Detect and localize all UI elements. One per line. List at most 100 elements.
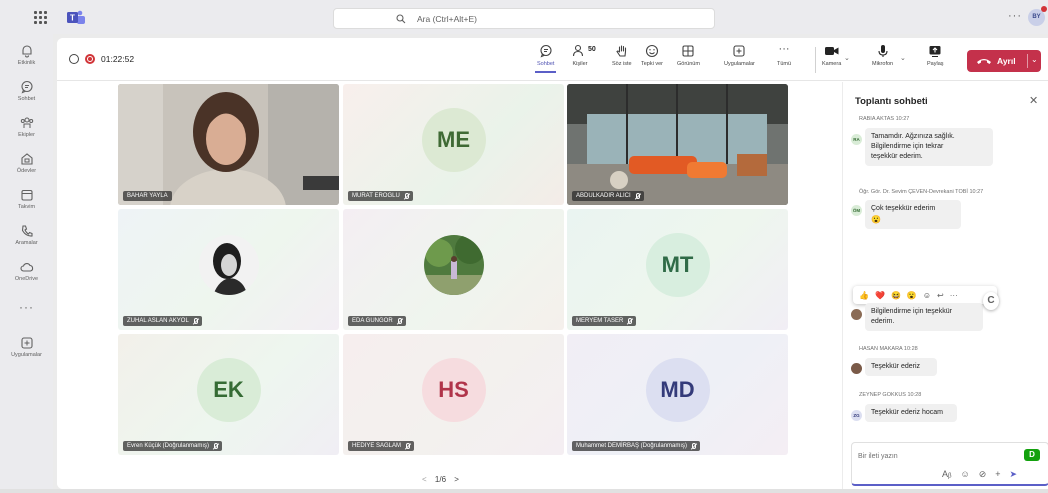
rail-item-calls[interactable]: Aramalar bbox=[0, 224, 53, 246]
people-button[interactable]: 50 Kişiler bbox=[572, 44, 596, 67]
share-label: Paylaş bbox=[927, 61, 944, 67]
camera-options-chevron-icon[interactable]: ⌄ bbox=[844, 54, 850, 62]
meeting-timer: 01:22:52 bbox=[101, 54, 135, 64]
chat-message[interactable]: Teşekkür ederiz hocam bbox=[865, 404, 957, 422]
message-line: Bilgilendirme için teşekkür bbox=[871, 308, 952, 315]
camera-button[interactable]: Kamera bbox=[822, 44, 841, 67]
surprised-icon[interactable]: 😮 bbox=[907, 291, 917, 300]
chat-button-label: Sohbet bbox=[537, 61, 555, 67]
rail-item-chat[interactable]: Sohbet bbox=[0, 80, 53, 102]
participant-name: HEDIYE SAGLAM bbox=[352, 443, 402, 449]
raise-hand-button[interactable]: Söz iste bbox=[612, 44, 632, 67]
chat-message[interactable]: Bilgilendirme için teşekkür ederim. bbox=[865, 303, 983, 331]
more-actions-button[interactable]: ··· Tümü bbox=[777, 44, 791, 68]
participant-tile[interactable]: ZUHAL ASLAN AKYOL bbox=[118, 209, 339, 330]
view-label: Görünüm bbox=[677, 61, 700, 67]
message-line: Çok teşekkür ederim bbox=[871, 205, 936, 212]
left-app-rail: Etkinlik Sohbet Ekipler Ödevler Takvim A… bbox=[0, 34, 53, 489]
participant-name: Evren Küçük (Doğrulanmamış) bbox=[127, 443, 210, 449]
participant-tile[interactable]: HS HEDIYE SAGLAM bbox=[343, 334, 564, 455]
mic-options-chevron-icon[interactable]: ⌄ bbox=[900, 54, 906, 62]
participant-name: Muhammet DEMİRBAŞ (Doğrulanmamış) bbox=[576, 443, 688, 449]
emoji-icon bbox=[645, 44, 659, 58]
participant-tile[interactable]: BAHAR YAYLA bbox=[118, 84, 339, 205]
add-reaction-icon[interactable]: ☺ bbox=[923, 291, 931, 300]
mic-muted-icon bbox=[404, 193, 409, 199]
video-gallery: BAHAR YAYLA ME MURAT EROGLU ABDULKADIR A… bbox=[57, 82, 837, 489]
participant-tile[interactable]: MD Muhammet DEMİRBAŞ (Doğrulanmamış) bbox=[567, 334, 788, 455]
share-button[interactable]: Paylaş bbox=[927, 44, 944, 67]
participant-tile[interactable]: MT MERYEM TASER bbox=[567, 209, 788, 330]
rail-item-activity[interactable]: Etkinlik bbox=[0, 44, 53, 66]
laugh-icon[interactable]: 😆 bbox=[891, 291, 901, 300]
app-launcher-icon[interactable] bbox=[34, 11, 48, 25]
leave-button[interactable]: Ayrıl ⌄ bbox=[967, 50, 1041, 72]
more-options-icon[interactable]: ··· bbox=[1008, 10, 1022, 22]
next-page-chevron-icon[interactable]: > bbox=[454, 475, 459, 484]
meeting-panel: 01:22:52 Sohbet 50 Kişiler Söz iste Tepk… bbox=[57, 38, 1048, 489]
reply-icon[interactable]: ↩ bbox=[937, 291, 944, 300]
participant-name-tag: Muhammet DEMİRBAŞ (Doğrulanmamış) bbox=[572, 441, 701, 451]
search-icon bbox=[396, 14, 406, 24]
loop-icon[interactable]: D bbox=[1024, 449, 1040, 461]
message-meta: Öğr. Gör. Dr. Sevim ÇEVEN-Devrekani TOBİ… bbox=[859, 189, 984, 195]
search-input[interactable]: Ara (Ctrl+Alt+E) bbox=[333, 8, 715, 29]
chat-message[interactable]: Tamamdır. Ağzınıza sağlık. Bilgilendirme… bbox=[865, 128, 993, 166]
react-label: Tepki ver bbox=[641, 61, 664, 67]
meeting-chat-panel: Toplantı sohbeti ✕ RABIA AKTAS 10:27 RA … bbox=[842, 82, 1048, 489]
format-icon[interactable]: Aᵦ bbox=[942, 469, 951, 480]
participant-name: ZUHAL ASLAN AKYOL bbox=[127, 318, 189, 324]
close-icon[interactable]: ✕ bbox=[1029, 94, 1038, 107]
attach-icon[interactable]: ⊘ bbox=[979, 469, 987, 480]
thumbs-up-icon[interactable]: 👍 bbox=[859, 291, 869, 300]
mic-muted-icon bbox=[635, 193, 640, 199]
heart-icon[interactable]: ❤️ bbox=[875, 291, 885, 300]
meeting-toolbar: 01:22:52 Sohbet 50 Kişiler Söz iste Tepk… bbox=[57, 38, 1048, 81]
participant-tile[interactable]: ABDULKADIR ALICI bbox=[567, 84, 788, 205]
apps-button[interactable]: Uygulamalar bbox=[724, 44, 755, 67]
mic-muted-icon bbox=[406, 443, 411, 449]
participant-initials: MT bbox=[645, 232, 710, 297]
participant-name: ABDULKADIR ALICI bbox=[576, 193, 631, 199]
participant-name-tag: EDA GUNGOR bbox=[348, 316, 406, 326]
emoji-icon[interactable]: ☺ bbox=[960, 469, 969, 480]
rail-item-apps[interactable]: Uygulamalar bbox=[0, 336, 53, 358]
leave-options-chevron-icon[interactable]: ⌄ bbox=[1031, 55, 1038, 64]
rail-label: Etkinlik bbox=[17, 60, 36, 66]
more-icon[interactable]: ··· bbox=[950, 291, 958, 300]
rail-item-calendar[interactable]: Takvim bbox=[0, 188, 53, 210]
add-icon[interactable]: + bbox=[995, 469, 1000, 480]
send-icon[interactable]: ➤ bbox=[1010, 469, 1018, 480]
collapse-panel-icon[interactable]: C bbox=[983, 292, 999, 310]
participant-tile[interactable]: EDA GUNGOR bbox=[343, 209, 564, 330]
camera-label: Kamera bbox=[822, 61, 842, 67]
react-button[interactable]: Tepki ver bbox=[641, 44, 663, 67]
user-avatar[interactable]: BY bbox=[1028, 6, 1047, 26]
mic-muted-icon bbox=[214, 443, 219, 449]
rail-item-teams[interactable]: Ekipler bbox=[0, 116, 53, 138]
rail-item-onedrive[interactable]: OneDrive bbox=[0, 260, 53, 282]
chat-message[interactable]: Çok teşekkür ederim 😮 bbox=[865, 200, 961, 229]
raise-hand-label: Söz iste bbox=[612, 61, 632, 67]
rail-label: Takvim bbox=[17, 204, 36, 210]
microphone-button[interactable]: Mikrofon bbox=[872, 44, 893, 67]
hang-up-icon bbox=[977, 59, 991, 64]
share-screen-icon bbox=[929, 46, 941, 57]
participant-tile[interactable]: EK Evren Küçük (Doğrulanmamış) bbox=[118, 334, 339, 455]
shield-icon[interactable] bbox=[69, 54, 79, 64]
participant-name-tag: Evren Küçük (Doğrulanmamış) bbox=[123, 441, 223, 451]
cloud-icon bbox=[19, 262, 33, 272]
title-bar: T Ara (Ctrl+Alt+E) ··· BY bbox=[0, 0, 1048, 34]
rail-more-icon[interactable]: ··· bbox=[0, 300, 53, 314]
participant-tile[interactable]: ME MURAT EROGLU bbox=[343, 84, 564, 205]
view-button[interactable]: Görünüm bbox=[677, 44, 700, 67]
participant-video bbox=[118, 84, 339, 205]
svg-text:T: T bbox=[70, 14, 75, 23]
chat-message[interactable]: Teşekkür ederiz bbox=[865, 358, 937, 376]
message-compose-box[interactable]: Bir ileti yazın D Aᵦ ☺ ⊘ + ➤ bbox=[851, 442, 1048, 486]
participant-photo bbox=[198, 234, 259, 295]
chat-button[interactable]: Sohbet bbox=[534, 44, 557, 73]
previous-page-chevron-icon[interactable]: < bbox=[422, 475, 427, 484]
rail-item-assignments[interactable]: Ödevler bbox=[0, 152, 53, 174]
mic-muted-icon bbox=[692, 443, 697, 449]
